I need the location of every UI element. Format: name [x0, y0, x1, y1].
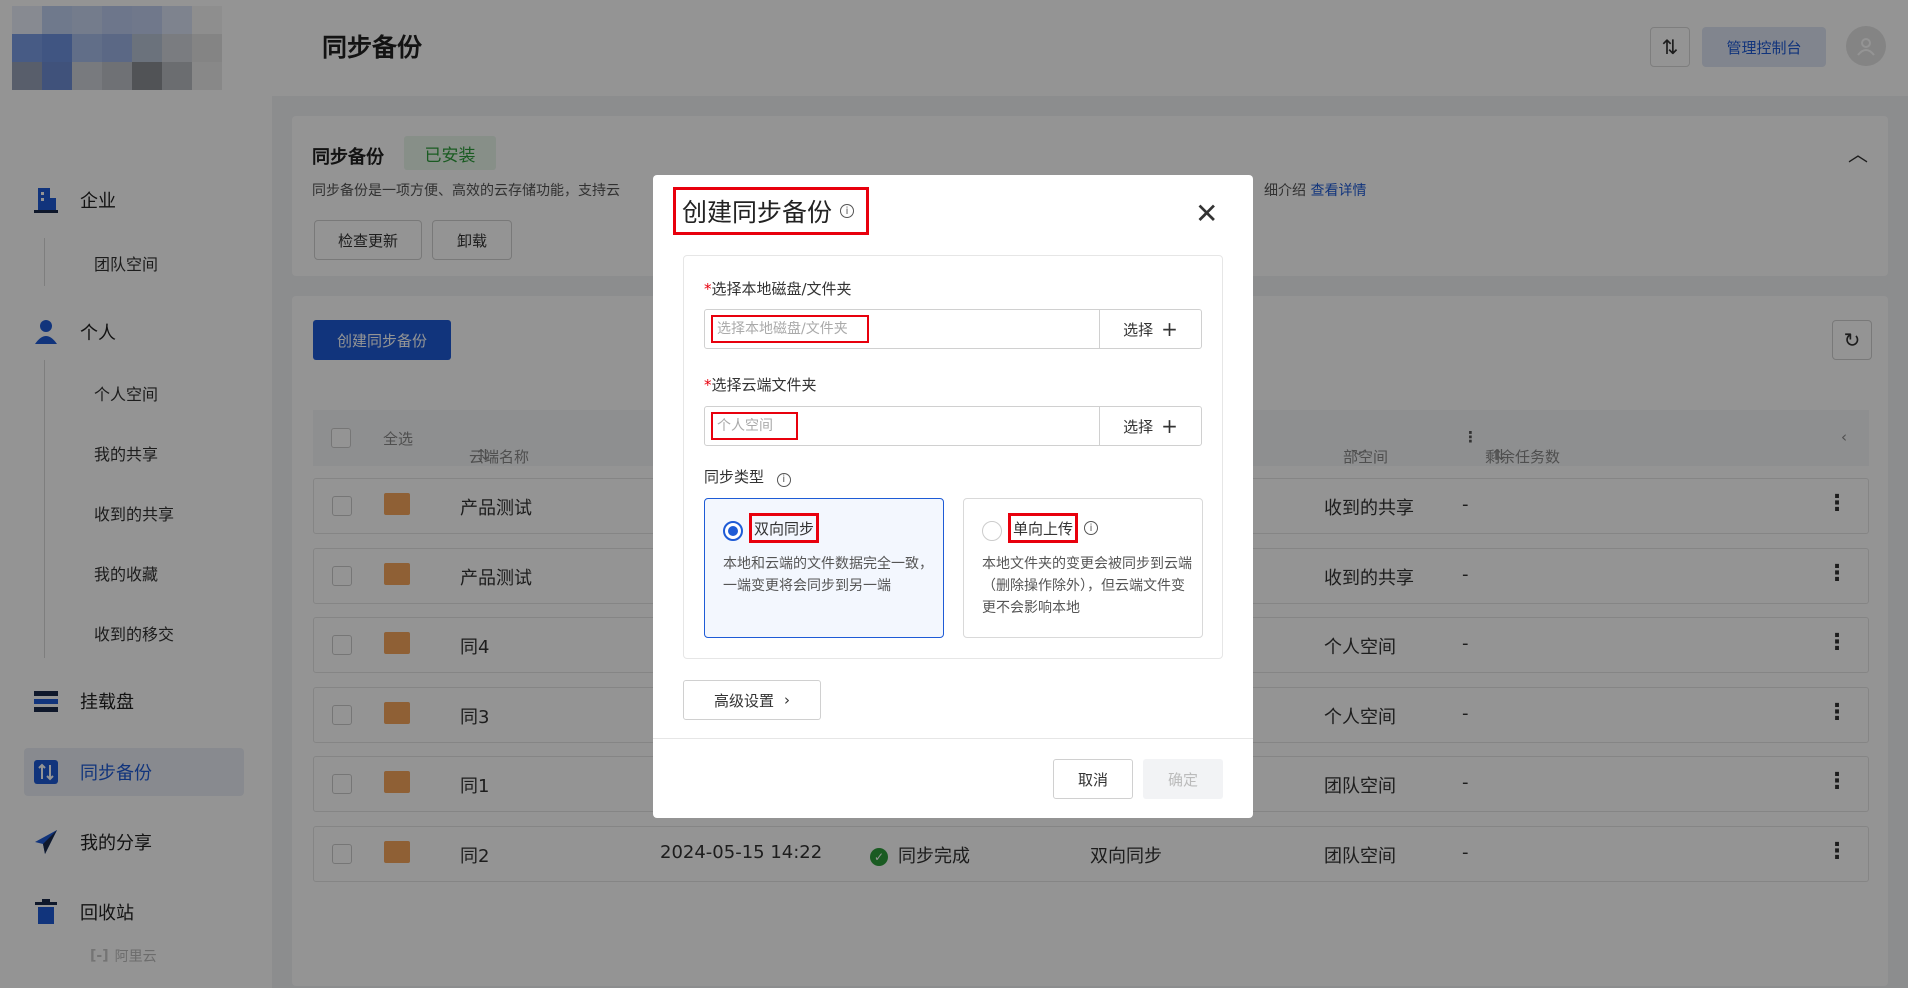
- info-icon[interactable]: i: [840, 204, 855, 218]
- create-sync-backup-dialog: 创建同步备份 i ✕ *选择本地磁盘/文件夹 选择+ *选择云端文件夹 选择+ …: [653, 175, 1253, 818]
- local-folder-label: *选择本地磁盘/文件夹: [704, 280, 852, 298]
- local-folder-input[interactable]: [717, 321, 863, 337]
- option-description: 本地和云端的文件数据完全一致，一端变更将会同步到另一端: [723, 556, 933, 594]
- advanced-settings-button[interactable]: 高级设置 ›: [683, 680, 821, 720]
- local-folder-field[interactable]: 选择+: [704, 309, 1202, 349]
- confirm-button[interactable]: 确定: [1143, 759, 1223, 799]
- info-icon[interactable]: i: [1084, 521, 1098, 535]
- cloud-folder-label: *选择云端文件夹: [704, 376, 817, 394]
- dialog-title: 创建同步备份: [682, 198, 833, 227]
- info-icon[interactable]: i: [776, 472, 791, 487]
- dialog-title-highlight: 创建同步备份 i: [673, 187, 869, 235]
- option-one-way-upload[interactable]: 单向上传 i 本地文件夹的变更会被同步到云端（删除操作除外），但云端文件变更不会…: [963, 498, 1203, 638]
- choose-cloud-button[interactable]: 选择 +: [1099, 407, 1201, 445]
- option-title-highlight: 双向同步: [749, 513, 820, 543]
- option-two-way-sync[interactable]: 双向同步 本地和云端的文件数据完全一致，一端变更将会同步到另一端: [704, 498, 944, 638]
- input-highlight: [711, 412, 798, 440]
- input-highlight: [711, 315, 869, 343]
- cloud-folder-input[interactable]: [717, 418, 792, 434]
- option-description: 本地文件夹的变更会被同步到云端（删除操作除外），但云端文件变更不会影响本地: [982, 556, 1192, 616]
- plus-icon: +: [1161, 317, 1178, 341]
- option-title-highlight: 单向上传: [1008, 513, 1079, 543]
- sync-type-label: 同步类型 i: [704, 466, 791, 487]
- cloud-folder-field[interactable]: 选择+: [704, 406, 1202, 446]
- choose-local-button[interactable]: 选择 +: [1099, 310, 1201, 348]
- chevron-right-icon: ›: [784, 691, 790, 709]
- radio-two-way[interactable]: [723, 521, 743, 541]
- divider: [653, 738, 1253, 739]
- dialog-form-panel: *选择本地磁盘/文件夹 选择+ *选择云端文件夹 选择+ 同步类型 i 双向同步…: [683, 255, 1223, 659]
- radio-one-way[interactable]: [982, 521, 1002, 541]
- cancel-button[interactable]: 取消: [1053, 759, 1133, 799]
- close-icon[interactable]: ✕: [1195, 197, 1218, 230]
- plus-icon: +: [1161, 414, 1178, 438]
